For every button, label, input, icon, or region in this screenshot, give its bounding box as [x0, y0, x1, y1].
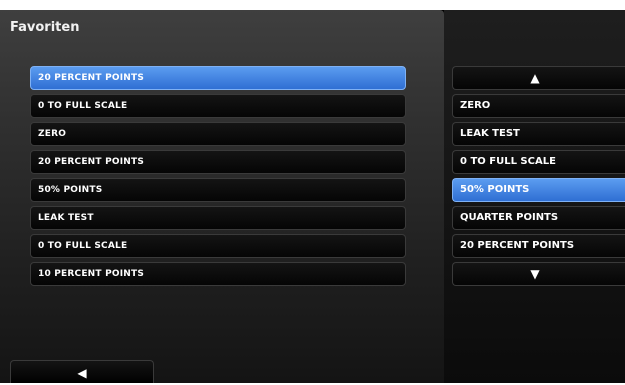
scroll-down-button[interactable]: ▼ [452, 262, 625, 286]
screen: Favoriten 20 PERCENT POINTS 0 TO FULL SC… [0, 10, 625, 383]
favorite-item[interactable]: 20 PERCENT POINTS [30, 66, 406, 90]
favorite-item[interactable]: 10 PERCENT POINTS [30, 262, 406, 286]
favorite-item[interactable]: LEAK TEST [30, 206, 406, 230]
option-item[interactable]: 20 PERCENT POINTS [452, 234, 625, 258]
favorites-list: 20 PERCENT POINTS 0 TO FULL SCALE ZERO 2… [30, 66, 406, 290]
option-item[interactable]: ZERO [452, 94, 625, 118]
triangle-left-icon: ◀ [77, 366, 87, 380]
options-list: ▲ ZERO LEAK TEST 0 TO FULL SCALE 50% POI… [452, 66, 625, 290]
option-item[interactable]: QUARTER POINTS [452, 206, 625, 230]
scroll-up-button[interactable]: ▲ [452, 66, 625, 90]
option-item[interactable]: LEAK TEST [452, 122, 625, 146]
favorite-item[interactable]: 0 TO FULL SCALE [30, 94, 406, 118]
option-item[interactable]: 50% POINTS [452, 178, 625, 202]
option-item[interactable]: 0 TO FULL SCALE [452, 150, 625, 174]
page-title: Favoriten [10, 20, 80, 35]
favorite-item[interactable]: 50% POINTS [30, 178, 406, 202]
back-button[interactable]: ◀ [10, 360, 154, 383]
favorite-item[interactable]: 0 TO FULL SCALE [30, 234, 406, 258]
triangle-up-icon: ▲ [530, 71, 540, 85]
favorite-item[interactable]: 20 PERCENT POINTS [30, 150, 406, 174]
triangle-down-icon: ▼ [530, 267, 540, 281]
favorite-item[interactable]: ZERO [30, 122, 406, 146]
